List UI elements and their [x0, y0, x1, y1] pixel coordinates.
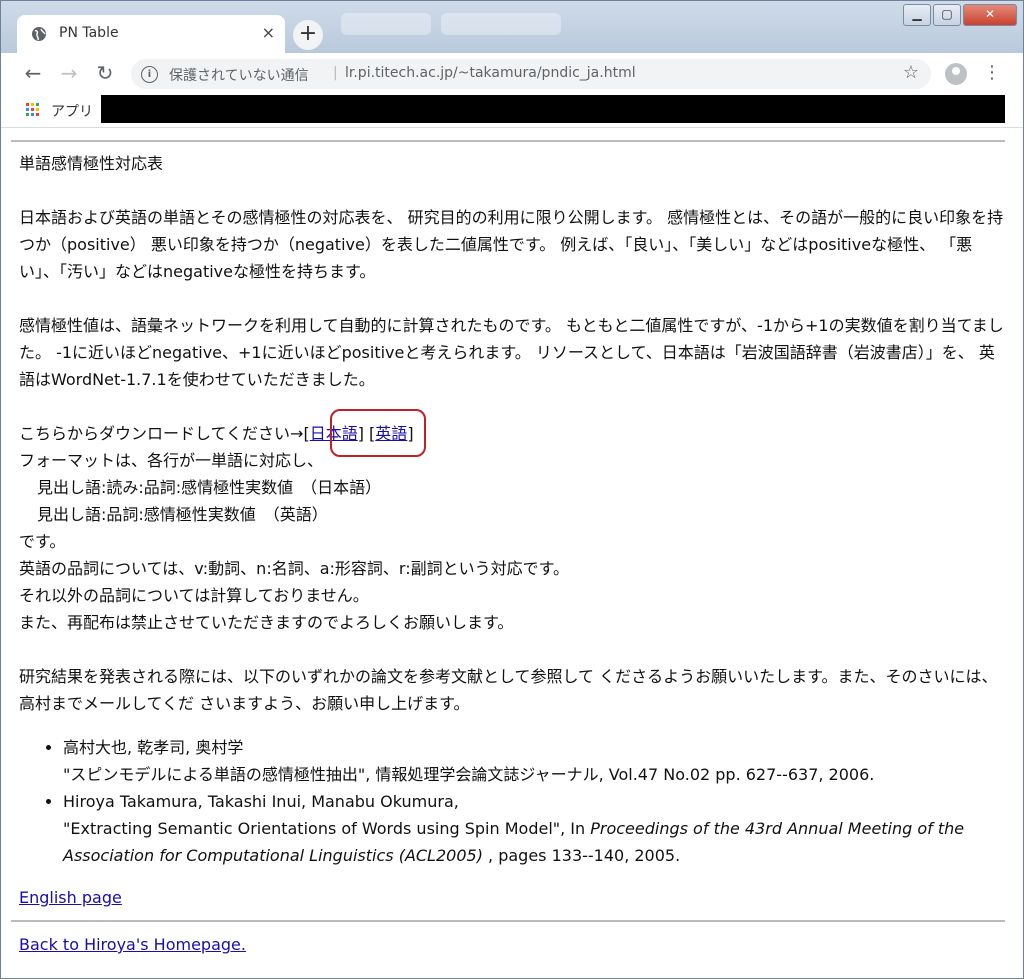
- top-divider: [11, 140, 1005, 142]
- page-title: 単語感情極性対応表: [19, 154, 164, 173]
- tab-title: PN Table: [59, 25, 119, 41]
- reference-title: "Extracting Semantic Orientations of Wor…: [63, 819, 591, 838]
- tab-strip: PN Table × + ▁ ▢ ✕: [1, 1, 1023, 53]
- globe-icon: [32, 27, 46, 41]
- citation-request-paragraph: 研究結果を発表される際には、以下のいずれかの論文を参考文献として参照して くださ…: [19, 667, 998, 713]
- download-line: こちらからダウンロードしてください→[日本語] [英語]: [19, 420, 1009, 447]
- apps-label[interactable]: アプリ: [51, 101, 93, 121]
- kebab-menu-icon[interactable]: ⋮: [983, 62, 1001, 83]
- security-status: 保護されていない通信: [169, 68, 309, 84]
- back-line: Back to Hiroya's Homepage.: [19, 931, 1009, 958]
- english-page-link[interactable]: English page: [19, 888, 122, 907]
- page-content: 単語感情極性対応表 日本語および英語の単語とその感情極性の対応表を、 研究目的の…: [1, 128, 1023, 978]
- blurred-background-tab: [341, 13, 431, 35]
- format-line: また、再配布は禁止させていただきますのでよろしくお願いします。: [19, 613, 514, 632]
- list-item: 高村大也, 乾孝司, 奥村学 "スピンモデルによる単語の感情極性抽出", 情報処…: [63, 734, 1024, 788]
- bookmarks-bar: アプリ: [1, 95, 1023, 128]
- format-line: フォーマットは、各行が一単語に対応し、: [19, 451, 324, 470]
- apps-grid-icon[interactable]: [26, 103, 41, 118]
- format-line: 見出し語:読み:品詞:感情極性実数値 （日本語）: [37, 478, 382, 497]
- format-line: それ以外の品詞については計算しておりません。: [19, 586, 369, 605]
- browser-toolbar: ← → ↻ i 保護されていない通信 | lr.pi.titech.ac.jp/…: [1, 53, 1023, 95]
- url-text[interactable]: lr.pi.titech.ac.jp/~takamura/pndic_ja.ht…: [345, 65, 636, 81]
- format-line: 見出し語:品詞:感情極性実数値 （英語）: [37, 505, 328, 524]
- download-prefix: こちらからダウンロードしてください→[: [19, 424, 310, 443]
- profile-avatar[interactable]: [945, 63, 967, 85]
- english-page-line: English page: [19, 884, 1009, 911]
- reload-icon[interactable]: ↻: [93, 61, 117, 85]
- browser-window: PN Table × + ▁ ▢ ✕ ← → ↻ i 保護されていない通信 | …: [0, 0, 1024, 979]
- reference-authors: 高村大也, 乾孝司, 奥村学: [63, 738, 244, 757]
- reference-authors: Hiroya Takamura, Takashi Inui, Manabu Ok…: [63, 792, 459, 811]
- info-icon[interactable]: i: [141, 66, 158, 83]
- back-to-homepage-link[interactable]: Back to Hiroya's Homepage.: [19, 935, 246, 954]
- back-arrow-icon[interactable]: ←: [21, 61, 45, 85]
- browser-tab[interactable]: PN Table ×: [17, 15, 285, 53]
- method-paragraph: 感情極性値は、語彙ネットワークを利用して自動的に計算されたものです。 もともと二…: [19, 316, 1004, 389]
- intro-paragraph: 日本語および英語の単語とその感情極性の対応表を、 研究目的の利用に限り公開します…: [19, 208, 1004, 281]
- format-line: 英語の品詞については、v:動詞、n:名詞、a:形容詞、r:副詞という対応です。: [19, 559, 569, 578]
- format-line: です。: [19, 532, 66, 551]
- address-bar[interactable]: i 保護されていない通信 | lr.pi.titech.ac.jp/~takam…: [131, 59, 931, 89]
- bookmark-star-icon[interactable]: ☆: [903, 62, 919, 83]
- minimize-button[interactable]: ▁: [903, 4, 931, 26]
- reference-pages: , pages 133--140, 2005.: [482, 846, 681, 865]
- bottom-divider: [11, 920, 1005, 922]
- reference-list: 高村大也, 乾孝司, 奥村学 "スピンモデルによる単語の感情極性抽出", 情報処…: [19, 734, 1024, 869]
- redacted-bookmarks: [101, 95, 1005, 123]
- new-tab-button[interactable]: +: [293, 20, 323, 50]
- forward-arrow-icon[interactable]: →: [57, 61, 81, 85]
- maximize-button[interactable]: ▢: [933, 4, 961, 26]
- tab-close-icon[interactable]: ×: [262, 23, 275, 42]
- window-close-button[interactable]: ✕: [963, 4, 1017, 26]
- blurred-background-tab: [441, 13, 561, 35]
- reference-title: "スピンモデルによる単語の感情極性抽出", 情報処理学会論文誌ジャーナル, Vo…: [63, 765, 875, 784]
- separator: |: [333, 65, 338, 81]
- list-item: Hiroya Takamura, Takashi Inui, Manabu Ok…: [63, 788, 1024, 869]
